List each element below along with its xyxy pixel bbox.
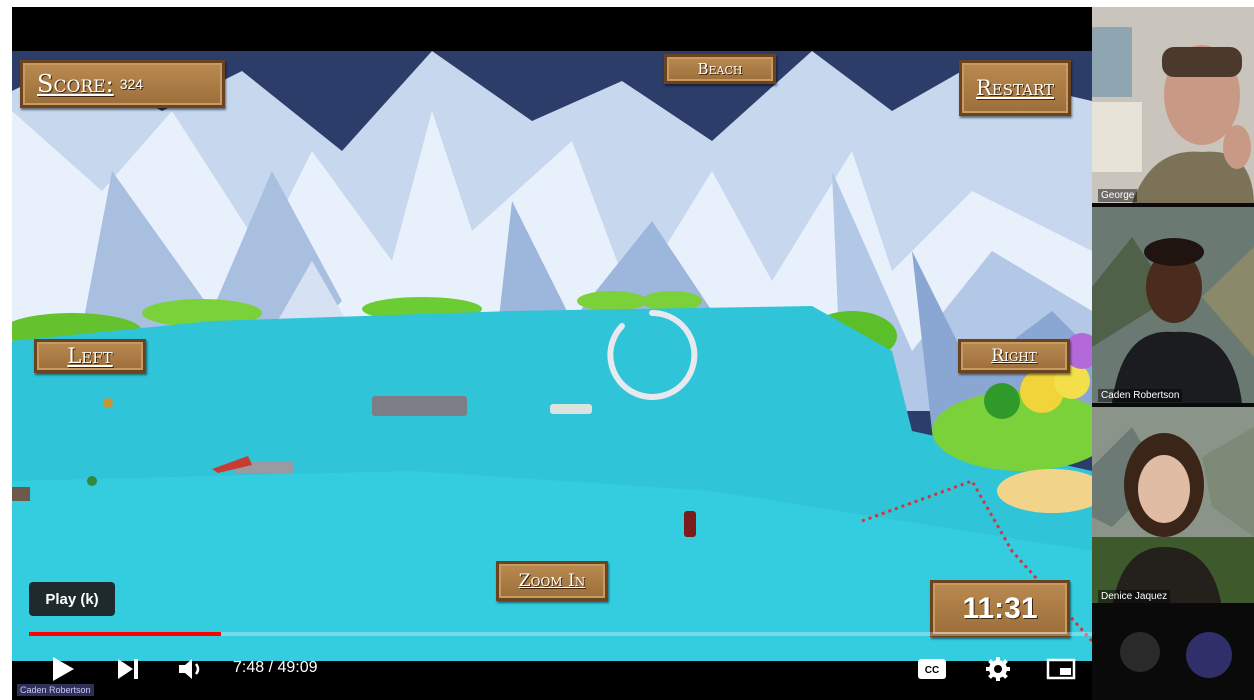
play-button[interactable] bbox=[45, 651, 81, 687]
player-controls: 7:48 / 49:09 CC bbox=[12, 647, 1254, 691]
beach-label: Beach bbox=[697, 60, 743, 78]
more-participants-badge[interactable] bbox=[1186, 632, 1232, 678]
progress-bar[interactable] bbox=[29, 632, 1234, 636]
participant-avatar bbox=[1120, 632, 1160, 672]
participant-video-george bbox=[1092, 7, 1254, 203]
next-button[interactable] bbox=[110, 651, 146, 687]
duration: 49:09 bbox=[277, 659, 318, 676]
right-button[interactable]: Right bbox=[958, 339, 1070, 373]
left-label: Left bbox=[67, 344, 113, 368]
participant-name: Caden Robertson bbox=[1098, 389, 1183, 402]
restart-button[interactable]: Restart bbox=[959, 60, 1071, 116]
timer-value: 11:31 bbox=[962, 591, 1038, 625]
progress-fill bbox=[29, 632, 221, 636]
volume-button[interactable] bbox=[172, 651, 212, 687]
zoom-in-label: Zoom In bbox=[518, 571, 586, 591]
score-label: Score: bbox=[37, 70, 114, 98]
tooltip-text: Play (k) bbox=[45, 590, 99, 608]
right-label: Right bbox=[991, 346, 1037, 366]
volume-icon bbox=[179, 659, 200, 679]
participant-tile: Caden Robertson bbox=[1092, 207, 1254, 403]
time-display: 7:48 / 49:09 bbox=[233, 659, 318, 677]
participant-video-denice bbox=[1092, 407, 1254, 603]
play-icon bbox=[53, 657, 74, 681]
gear-icon bbox=[986, 657, 1010, 681]
participant-name: Denice Jaquez bbox=[1098, 590, 1171, 603]
captions-button[interactable]: CC bbox=[914, 651, 950, 687]
captions-icon: CC bbox=[918, 659, 946, 679]
zoom-in-button[interactable]: Zoom In bbox=[496, 561, 608, 601]
svg-text:CC: CC bbox=[925, 665, 939, 676]
bottom-participant-label: Caden Robertson bbox=[17, 684, 94, 696]
game-viewport[interactable]: Score: 324 Beach Restart Left Right Zoom… bbox=[12, 51, 1092, 661]
left-button[interactable]: Left bbox=[34, 339, 146, 373]
video-player[interactable]: Score: 324 Beach Restart Left Right Zoom… bbox=[12, 7, 1254, 700]
miniplayer-icon bbox=[1046, 658, 1076, 680]
restart-label: Restart bbox=[975, 76, 1055, 100]
beach-button[interactable]: Beach bbox=[664, 54, 776, 84]
current-time: 7:48 bbox=[233, 659, 265, 676]
score-panel: Score: 324 bbox=[20, 60, 225, 108]
participant-name: George bbox=[1098, 189, 1138, 202]
skip-next-icon bbox=[118, 659, 138, 679]
miniplayer-button[interactable] bbox=[1043, 651, 1079, 687]
participants-panel: George Caden Robertson Denice Jaquez bbox=[1092, 7, 1254, 700]
participant-tile: George bbox=[1092, 7, 1254, 203]
settings-button[interactable] bbox=[980, 651, 1016, 687]
game-timer: 11:31 bbox=[930, 580, 1070, 637]
time-separator: / bbox=[264, 659, 278, 676]
play-tooltip: Play (k) bbox=[29, 582, 115, 616]
participant-tile: Denice Jaquez bbox=[1092, 407, 1254, 603]
participant-video-caden bbox=[1092, 207, 1254, 403]
score-value: 324 bbox=[119, 76, 144, 92]
